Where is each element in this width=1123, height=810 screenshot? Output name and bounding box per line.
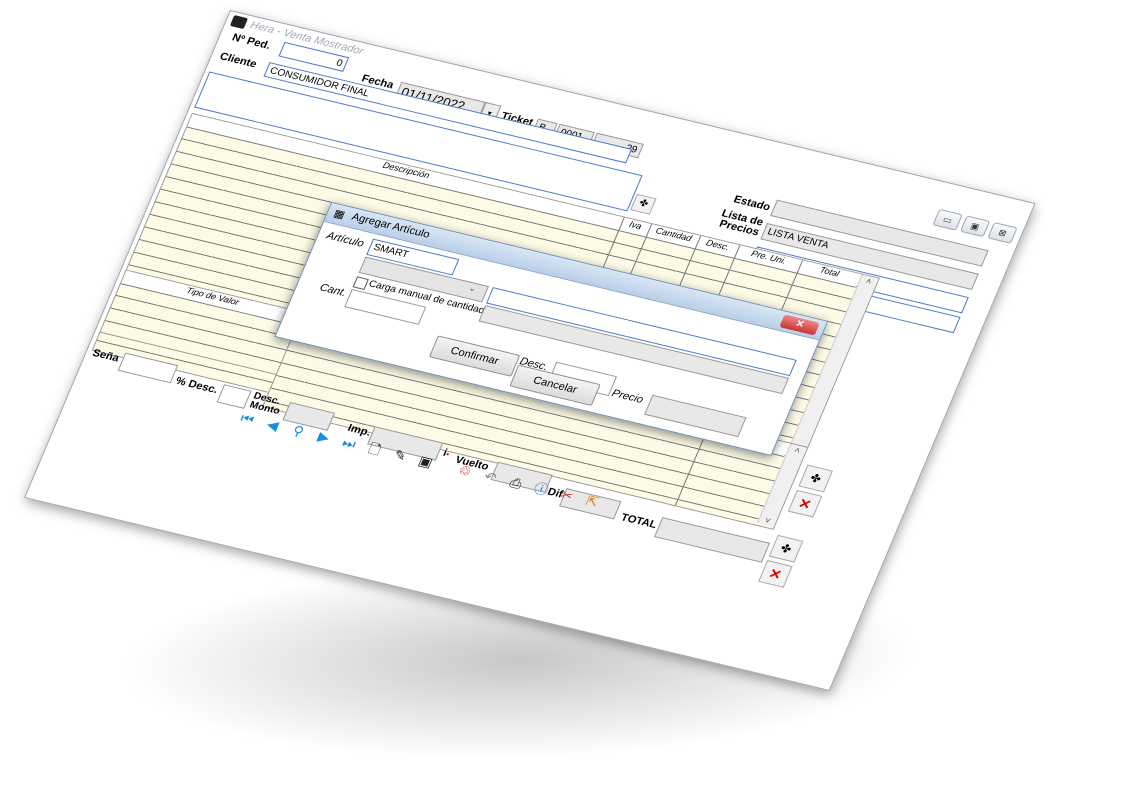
search-icon[interactable]: ⚲ [286, 421, 310, 441]
pct-desc-input[interactable] [216, 384, 252, 409]
values-scroll-down-icon[interactable]: ˅ [758, 514, 777, 527]
maximize-button[interactable]: ▣ [959, 215, 991, 238]
close-button[interactable]: ⊠ [987, 221, 1018, 244]
print-icon[interactable]: ⎙ [504, 473, 528, 493]
main-window: Hera - Venta Mostrador ▭ ▣ ⊠ Nº Ped. 0 F… [24, 10, 1036, 691]
cliente-label: Cliente [217, 50, 259, 71]
dialog-app-icon: ▦ [331, 207, 347, 222]
edit-icon[interactable]: ✎ [388, 445, 412, 465]
add-cliente-button[interactable]: ✤ [630, 193, 657, 215]
dialog-close-button[interactable]: ✕ [779, 314, 820, 336]
col-desc[interactable]: Desc. [694, 235, 740, 259]
first-icon[interactable]: ⏮ [235, 408, 259, 428]
col-cantidad[interactable]: Cantidad [645, 223, 701, 250]
info-icon[interactable]: ⓘ [529, 479, 553, 499]
save-icon[interactable]: ▣ [414, 451, 438, 471]
minimize-button[interactable]: ▭ [932, 208, 963, 231]
add-value-button[interactable]: ✤ [768, 534, 804, 563]
app-icon [229, 15, 249, 30]
add-item-button[interactable]: ✤ [798, 464, 833, 493]
last-icon[interactable]: ⏭ [337, 433, 361, 453]
nro-ped-label: Nº Ped. [230, 31, 273, 52]
confirmar-button[interactable]: Confirmar [428, 335, 521, 377]
window-controls: ▭ ▣ ⊠ [932, 208, 1018, 244]
total-label: TOTAL [619, 511, 659, 531]
scroll-up-icon[interactable]: ˄ [859, 275, 878, 288]
tools-icon[interactable]: ✂ [555, 485, 579, 505]
new-icon[interactable]: 🗋 [363, 439, 387, 459]
delete-value-button[interactable]: ✕ [758, 560, 793, 588]
cant-label: Cant. [317, 281, 349, 299]
articulo-label: Artículo [324, 230, 366, 250]
delete-icon[interactable]: ♲ [453, 461, 477, 481]
prev-icon[interactable]: ◀ [261, 414, 285, 434]
precio-label: Precio [609, 387, 646, 406]
undo-icon[interactable]: ↶ [478, 467, 502, 487]
delete-item-button[interactable]: ✕ [787, 489, 823, 518]
next-icon[interactable]: ▶ [312, 427, 336, 447]
values-scroll-up-icon[interactable]: ˄ [788, 444, 807, 457]
